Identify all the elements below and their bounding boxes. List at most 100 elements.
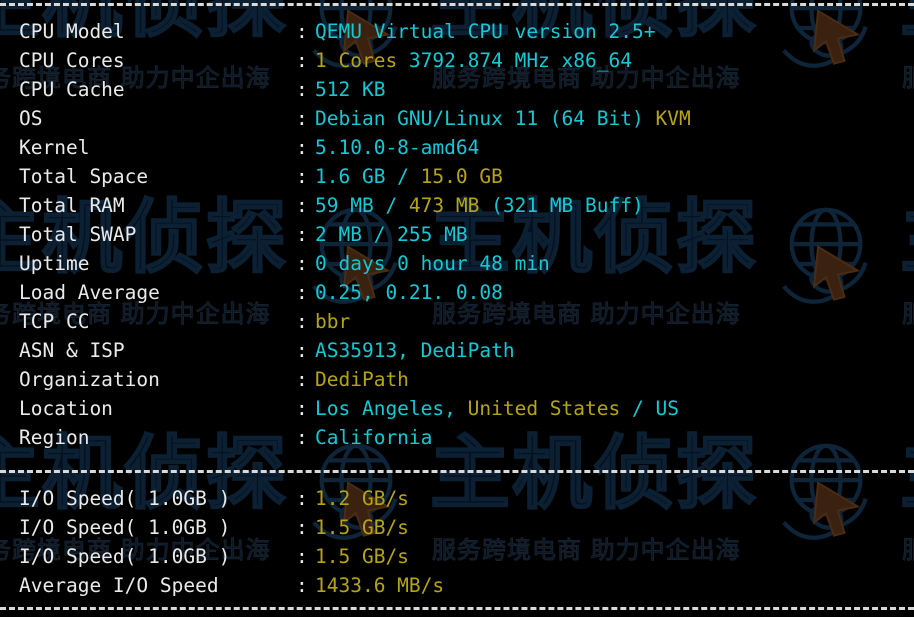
info-row-colon: : <box>296 397 308 420</box>
info-row-label: OS <box>19 107 43 130</box>
value-segment: DediPath <box>315 368 409 391</box>
separator-top <box>0 3 914 6</box>
info-row-label: Organization <box>19 368 160 391</box>
value-segment: KVM <box>655 107 691 130</box>
value-segment: AS35913, DediPath <box>315 339 515 362</box>
info-row-value: 2 MB / 255 MB <box>315 223 468 246</box>
info-row-value: 1.5 GB/s <box>315 516 409 539</box>
info-row: CPU Model: QEMU Virtual CPU version 2.5+ <box>19 17 655 46</box>
value-segment: bbr <box>315 310 351 333</box>
info-row-label: CPU Cores <box>19 49 125 72</box>
info-row: TCP CC: bbr <box>19 307 350 336</box>
value-segment: 15.0 GB <box>420 165 503 188</box>
value-segment: 3792.874 MHz x86_64 <box>408 49 632 72</box>
value-segment: QEMU Virtual CPU version 2.5+ <box>315 20 656 43</box>
info-row: ASN & ISP: AS35913, DediPath <box>19 336 515 365</box>
info-row-label: Location <box>19 397 113 420</box>
info-row-label: I/O Speed( 1.0GB ) <box>19 487 231 510</box>
value-segment: 5.10.0-8-amd64 <box>315 136 480 159</box>
terminal-screenshot: 主机侦探服务跨境电商 助力中企出海 主机侦探服务跨境电商 助力中企出海 主机侦探… <box>0 0 914 617</box>
info-row: OS: Debian GNU/Linux 11 (64 Bit) KVM <box>19 104 691 133</box>
info-row: Region: California <box>19 423 432 452</box>
info-row-value: 0 days 0 hour 48 min <box>315 252 550 275</box>
info-row-colon: : <box>296 339 308 362</box>
info-row: I/O Speed( 1.0GB ):1.5 GB/s <box>19 542 409 571</box>
value-segment: 1.6 GB / <box>315 165 421 188</box>
info-row-colon: : <box>296 281 308 304</box>
info-row-colon: : <box>296 310 308 333</box>
value-segment: 0.25, 0.21. 0.08 <box>315 281 503 304</box>
info-row-colon: : <box>296 487 308 510</box>
value-segment: 1.5 GB/s <box>315 516 409 539</box>
info-row: Total RAM:59 MB / 473 MB (321 MB Buff) <box>19 191 644 220</box>
separator-bottom <box>0 607 914 610</box>
info-row-value: 0.25, 0.21. 0.08 <box>315 281 503 304</box>
info-row-label: Total RAM <box>19 194 125 217</box>
info-row-value: 59 MB / 473 MB (321 MB Buff) <box>315 194 644 217</box>
info-row-value: bbr <box>315 310 350 333</box>
info-row: Location: Los Angeles, United States / US <box>19 394 679 423</box>
info-row-label: Total SWAP <box>19 223 137 246</box>
value-segment: United States <box>467 397 621 420</box>
info-row-label: I/O Speed( 1.0GB ) <box>19 516 231 539</box>
info-row-label: CPU Cache <box>19 78 125 101</box>
info-row-value: 1.2 GB/s <box>315 487 409 510</box>
info-row: CPU Cache:512 KB <box>19 75 385 104</box>
info-row-label: Uptime <box>19 252 90 275</box>
value-segment: (321 MB Buff) <box>479 194 644 217</box>
info-row-label: Kernel <box>19 136 90 159</box>
info-row-value: DediPath <box>315 368 409 391</box>
info-row-label: TCP CC <box>19 310 90 333</box>
info-row-colon: : <box>296 20 308 43</box>
info-row: Total Space:1.6 GB / 15.0 GB <box>19 162 503 191</box>
terminal-output: CPU Model: QEMU Virtual CPU version 2.5+ C… <box>0 0 914 617</box>
value-segment: Los Angeles, <box>315 397 468 420</box>
info-row: Kernel:5.10.0-8-amd64 <box>19 133 479 162</box>
info-row-colon: : <box>296 545 308 568</box>
value-segment: Debian GNU/Linux 11 (64 Bit) <box>315 107 656 130</box>
value-segment: 1 Cores <box>315 49 409 72</box>
info-row-value: Los Angeles, United States / US <box>315 397 679 420</box>
info-row: I/O Speed( 1.0GB ):1.5 GB/s <box>19 513 409 542</box>
value-segment: 473 MB <box>408 194 480 217</box>
value-segment: 1433.6 MB/s <box>315 574 445 597</box>
info-row-label: Load Average <box>19 281 160 304</box>
info-row-label: ASN & ISP <box>19 339 125 362</box>
info-row: Load Average:0.25, 0.21. 0.08 <box>19 278 503 307</box>
info-row-colon: : <box>296 252 308 275</box>
info-row-colon: : <box>296 136 308 159</box>
value-segment: / US <box>620 397 679 420</box>
info-row-value: 512 KB <box>315 78 385 101</box>
info-row-value: AS35913, DediPath <box>315 339 515 362</box>
info-row: Total SWAP:2 MB / 255 MB <box>19 220 468 249</box>
info-row-label: Region <box>19 426 90 449</box>
info-row-value: QEMU Virtual CPU version 2.5+ <box>315 20 655 43</box>
info-row-value: Debian GNU/Linux 11 (64 Bit) KVM <box>315 107 691 130</box>
info-row-value: 1.6 GB / 15.0 GB <box>315 165 503 188</box>
value-segment: 1.2 GB/s <box>315 487 409 510</box>
info-row: Average I/O Speed:1433.6 MB/s <box>19 571 444 600</box>
info-row-colon: : <box>296 368 308 391</box>
value-segment: 59 MB / <box>315 194 409 217</box>
info-row-label: I/O Speed( 1.0GB ) <box>19 545 231 568</box>
value-segment: 2 MB / 255 MB <box>315 223 468 246</box>
info-row: Uptime:0 days 0 hour 48 min <box>19 249 550 278</box>
info-row-value: 1.5 GB/s <box>315 545 409 568</box>
separator-middle <box>0 470 914 473</box>
info-row-colon: : <box>296 223 308 246</box>
info-row-label: CPU Model <box>19 20 125 43</box>
info-row-colon: : <box>296 78 308 101</box>
info-row-value: 5.10.0-8-amd64 <box>315 136 479 159</box>
value-segment: 0 days 0 hour 48 min <box>315 252 550 275</box>
value-segment: 512 KB <box>315 78 386 101</box>
info-row-colon: : <box>296 49 308 72</box>
info-row-colon: : <box>296 107 308 130</box>
info-row-colon: : <box>296 165 308 188</box>
info-row-colon: : <box>296 574 308 597</box>
info-row-label: Total Space <box>19 165 149 188</box>
info-row: I/O Speed( 1.0GB ):1.2 GB/s <box>19 484 409 513</box>
info-row-value: 1 Cores 3792.874 MHz x86_64 <box>315 49 632 72</box>
value-segment: California <box>315 426 433 449</box>
info-row-label: Average I/O Speed <box>19 574 219 597</box>
info-row-colon: : <box>296 426 308 449</box>
